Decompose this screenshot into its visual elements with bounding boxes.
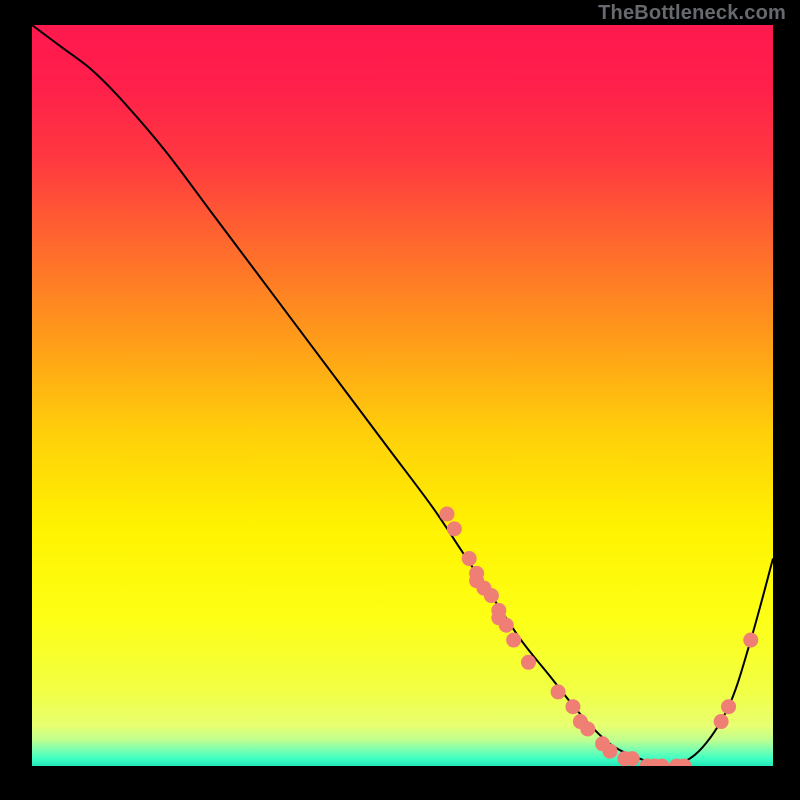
data-point [499,618,514,633]
data-point [521,655,536,670]
data-point [625,751,640,766]
watermark-text: TheBottleneck.com [598,2,786,25]
data-point [462,551,477,566]
data-point [721,699,736,714]
data-point [506,633,521,648]
data-point [743,633,758,648]
data-point [714,714,729,729]
data-point [447,521,462,536]
data-point [565,699,580,714]
data-point [484,588,499,603]
plot-background [32,25,773,766]
bottleneck-chart [0,0,800,800]
chart-container: TheBottleneck.com [0,0,800,800]
data-point [551,684,566,699]
data-point [439,507,454,522]
data-point [580,721,595,736]
data-point [602,744,617,759]
